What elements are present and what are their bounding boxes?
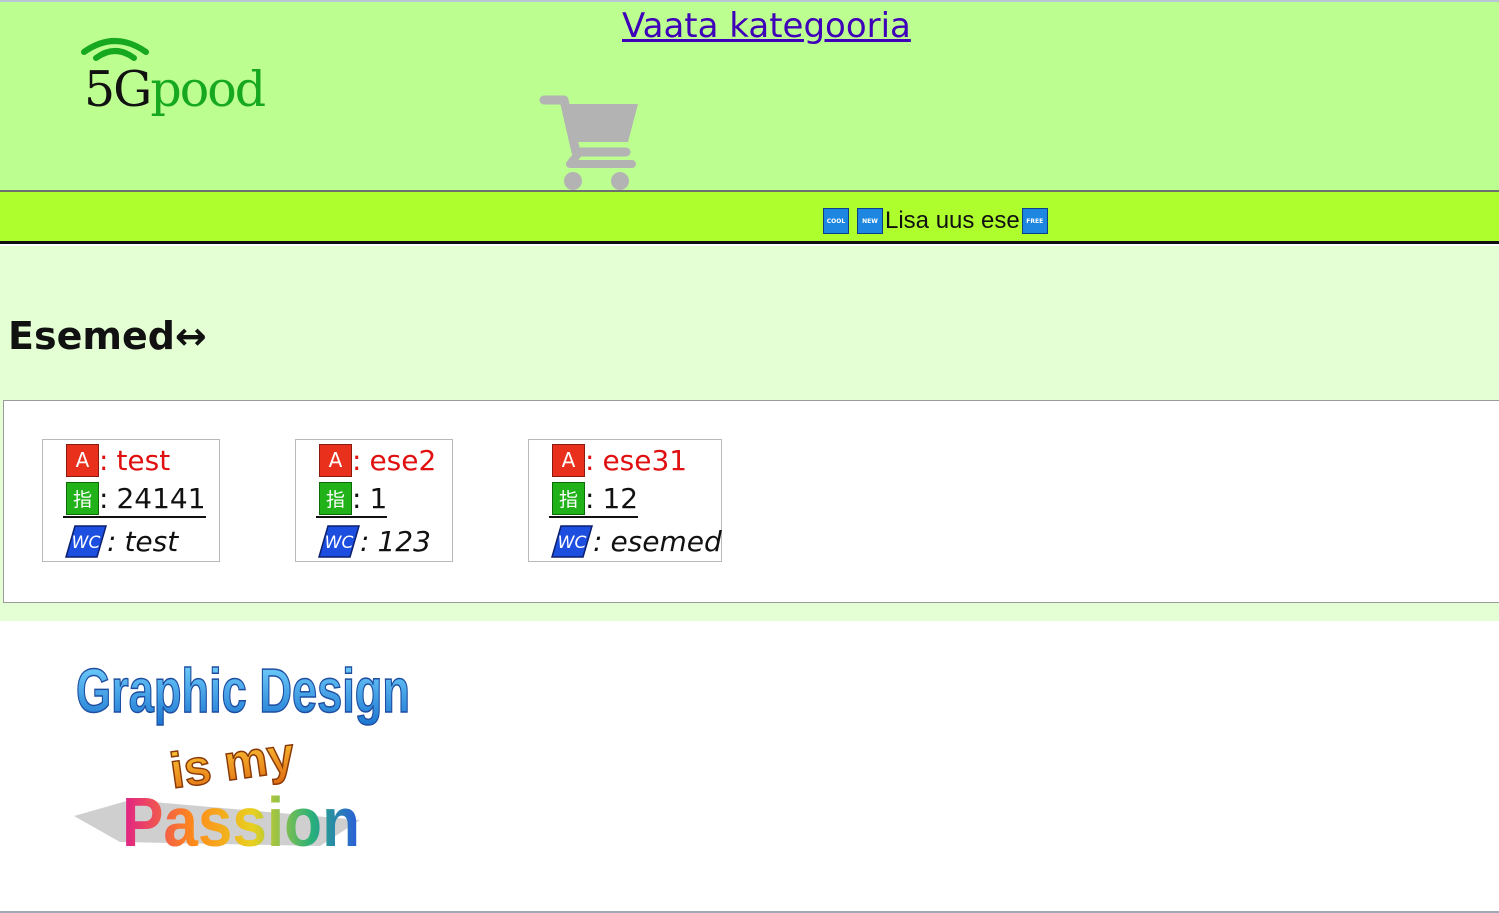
free-icon: FREE	[1021, 208, 1048, 234]
add-item-label: Lisa uus ese	[885, 207, 1020, 234]
item-category-separator: :	[360, 524, 370, 558]
graphic-design-wordart-image: Graphic Design is my Passion	[74, 656, 411, 860]
item-card: A : ese31 指 : 12 WC : esemed	[528, 439, 722, 562]
letter-a-icon: A	[319, 443, 352, 477]
item-price: 24141	[116, 482, 206, 515]
svg-text:WC: WC	[325, 533, 354, 553]
item-name: ese31	[602, 443, 688, 477]
view-category-link[interactable]: Vaata kategooria	[622, 4, 911, 48]
letter-a-icon: A	[66, 443, 99, 477]
svg-text:WC: WC	[72, 533, 101, 553]
finger-kanji-icon: 指	[66, 482, 99, 515]
logo-suffix: pood	[150, 61, 266, 118]
item-name-row: A : ese31	[552, 442, 687, 478]
svg-text:WC: WC	[558, 533, 587, 553]
item-price-row[interactable]: 指 : 12	[549, 482, 639, 518]
wc-icon: WC	[65, 524, 107, 558]
item-name-separator: :	[352, 443, 362, 477]
new-icon: NEW	[857, 208, 883, 234]
item-price-separator: :	[352, 482, 362, 515]
item-card: A : test 指 : 24141 WC : test	[42, 439, 220, 562]
items-container	[3, 400, 1499, 603]
item-price-separator: :	[99, 482, 109, 515]
item-name-separator: :	[585, 443, 595, 477]
wc-icon: WC	[318, 524, 360, 558]
logo-prefix: 5G	[84, 61, 152, 118]
item-price-link[interactable]: 指 : 12	[549, 482, 639, 518]
item-category-row: WC : 123	[318, 523, 431, 559]
shopping-cart-icon[interactable]	[538, 92, 642, 192]
item-name-row: A : ese2	[319, 442, 436, 478]
item-card: A : ese2 指 : 1 WC : 123	[295, 439, 453, 562]
item-name-row: A : test	[66, 442, 170, 478]
item-price: 1	[369, 482, 388, 515]
wc-icon: WC	[551, 524, 593, 558]
letter-a-icon: A	[552, 443, 585, 477]
item-price-row[interactable]: 指 : 1	[316, 482, 388, 518]
item-name-separator: :	[99, 443, 109, 477]
add-item-link[interactable]: COOL NEW Lisa uus ese FREE	[823, 207, 1048, 235]
finger-kanji-icon: 指	[319, 482, 352, 515]
nav-bar: COOL NEW Lisa uus ese FREE	[0, 192, 1499, 244]
item-name: ese2	[369, 443, 437, 477]
item-name: test	[116, 443, 171, 477]
item-category: 123	[377, 524, 431, 558]
item-category: esemed	[610, 524, 722, 558]
item-price-separator: :	[585, 482, 595, 515]
item-category: test	[124, 524, 179, 558]
item-price-link[interactable]: 指 : 1	[316, 482, 388, 518]
finger-kanji-icon: 指	[552, 482, 585, 515]
svg-text:Passion: Passion	[122, 783, 360, 860]
item-category-separator: :	[593, 524, 603, 558]
item-category-separator: :	[107, 524, 117, 558]
logo[interactable]: 5Gpood	[84, 60, 266, 120]
item-category-row: WC : test	[65, 523, 178, 559]
item-price: 12	[602, 482, 639, 515]
cool-icon: COOL	[823, 208, 849, 234]
item-price-link[interactable]: 指 : 24141	[63, 482, 206, 518]
item-price-row[interactable]: 指 : 24141	[63, 482, 206, 518]
page-title: Esemed↔	[8, 314, 207, 358]
svg-text:Graphic Design: Graphic Design	[76, 657, 410, 726]
item-category-row: WC : esemed	[551, 523, 722, 559]
